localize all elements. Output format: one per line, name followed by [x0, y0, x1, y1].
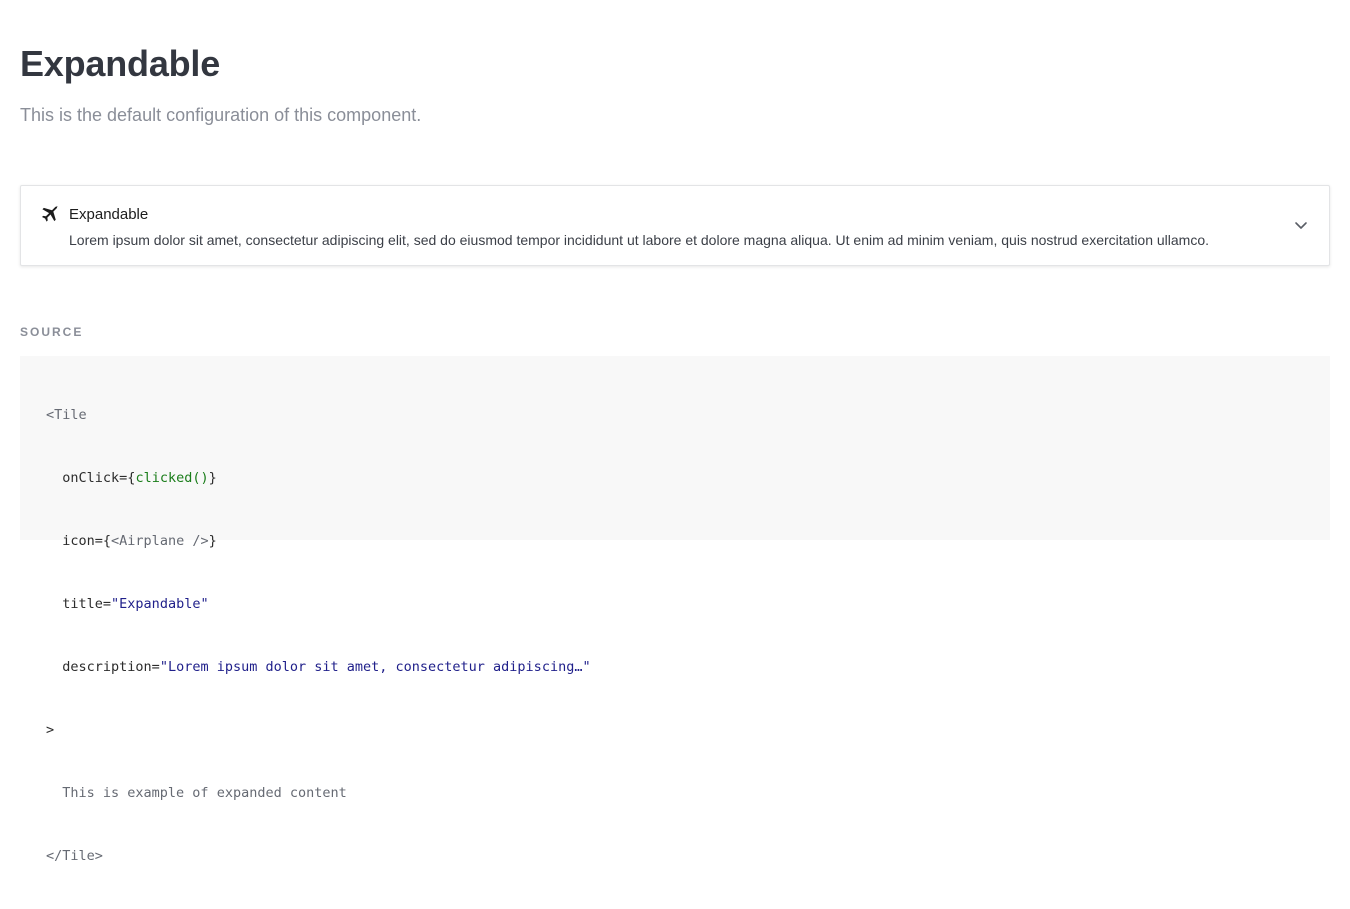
code-icon-attr: icon=: [62, 533, 103, 549]
code-onclick-attr: onClick=: [62, 470, 128, 486]
code-brace: }: [208, 533, 217, 549]
code-description-value: "Lorem ipsum dolor sit amet, consectetur…: [159, 659, 591, 675]
code-line: <Tile: [46, 405, 591, 426]
code-line: title="Expandable": [46, 594, 591, 615]
code-brace: }: [208, 470, 217, 486]
code-brace: {: [102, 533, 112, 549]
code-icon-value: <Airplane />: [111, 533, 209, 549]
airplane-icon: [40, 205, 60, 225]
code-line: icon={<Airplane />}: [46, 531, 591, 552]
code-gt: >: [46, 722, 55, 738]
code-line: This is example of expanded content: [46, 783, 591, 804]
code-open-tag: <Tile: [46, 407, 87, 423]
source-label: SOURCE: [20, 325, 84, 339]
code-title-attr: title=: [62, 596, 112, 612]
page-subtitle: This is the default configuration of thi…: [20, 105, 422, 125]
code-line: description="Lorem ipsum dolor sit amet,…: [46, 657, 591, 678]
code-title-value: "Expandable": [111, 596, 209, 612]
expandable-tile[interactable]: Expandable Lorem ipsum dolor sit amet, c…: [20, 185, 1330, 266]
source-code-block: <Tile onClick={clicked()} icon={<Airplan…: [20, 356, 1330, 864]
source-code: <Tile onClick={clicked()} icon={<Airplan…: [46, 363, 591, 909]
chevron-down-icon[interactable]: [1293, 217, 1309, 233]
code-line: >: [46, 720, 591, 741]
code-child-text: This is example of expanded content: [62, 785, 347, 801]
code-onclick-value: clicked(): [135, 470, 209, 486]
code-line: </Tile>: [46, 846, 591, 867]
tile-description: Lorem ipsum dolor sit amet, consectetur …: [69, 232, 1210, 248]
code-description-attr: description=: [62, 659, 160, 675]
code-line: onClick={clicked()}: [46, 468, 591, 489]
code-close-tag: </Tile>: [46, 848, 103, 864]
page-title: Expandable: [20, 43, 221, 84]
tile-title: Expandable: [69, 206, 149, 223]
